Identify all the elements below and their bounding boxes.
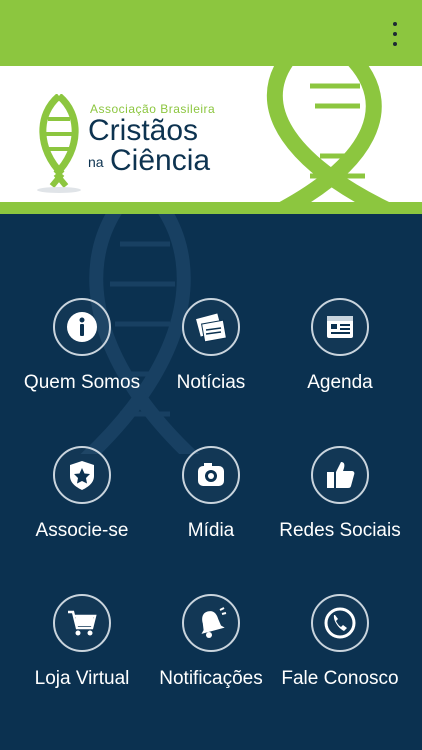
menu-tile-notificacoes[interactable]: Notificações: [136, 594, 286, 724]
shopping-cart-icon: [53, 594, 111, 652]
more-vertical-icon[interactable]: [390, 22, 400, 46]
menu-tile-noticias[interactable]: Notícias: [136, 298, 286, 428]
tile-label: Notificações: [159, 668, 263, 689]
newspaper-icon: [182, 298, 240, 356]
tile-label: Quem Somos: [23, 372, 141, 393]
thumbs-up-icon: [311, 446, 369, 504]
bell-icon: [182, 594, 240, 652]
info-icon: [53, 298, 111, 356]
menu-tile-loja-virtual[interactable]: Loja Virtual: [7, 594, 157, 724]
tile-label: Redes Sociais: [279, 520, 401, 541]
tile-label: Notícias: [176, 372, 246, 393]
tile-label: Loja Virtual: [34, 668, 130, 689]
top-app-bar: [0, 0, 422, 66]
menu-tile-agenda[interactable]: Agenda: [265, 298, 415, 428]
tile-label: Fale Conosco: [281, 668, 399, 689]
fish-logo-icon: [37, 94, 81, 193]
camera-icon: [182, 446, 240, 504]
menu-tile-midia[interactable]: Mídia: [136, 446, 286, 576]
phone-icon: [311, 594, 369, 652]
logo-title-line2: Ciência: [110, 144, 211, 177]
dna-helix-icon: [266, 66, 390, 202]
logo-title-line1: Cristãos: [88, 114, 199, 147]
badge-star-icon: [53, 446, 111, 504]
header-banner: Associação Brasileira Cristãos na Ciênci…: [0, 66, 422, 202]
menu-tile-quem-somos[interactable]: Quem Somos: [7, 298, 157, 428]
tile-label: Mídia: [187, 520, 235, 541]
menu-tile-associe-se[interactable]: Associe-se: [7, 446, 157, 576]
tile-label: Associe-se: [35, 520, 129, 541]
menu-tile-fale-conosco[interactable]: Fale Conosco: [265, 594, 415, 724]
tile-label: Agenda: [307, 372, 373, 393]
banner-accent-strip: [0, 202, 422, 214]
menu-tile-redes-sociais[interactable]: Redes Sociais: [265, 446, 415, 576]
calendar-icon: [311, 298, 369, 356]
logo-title-na: na: [88, 154, 104, 170]
